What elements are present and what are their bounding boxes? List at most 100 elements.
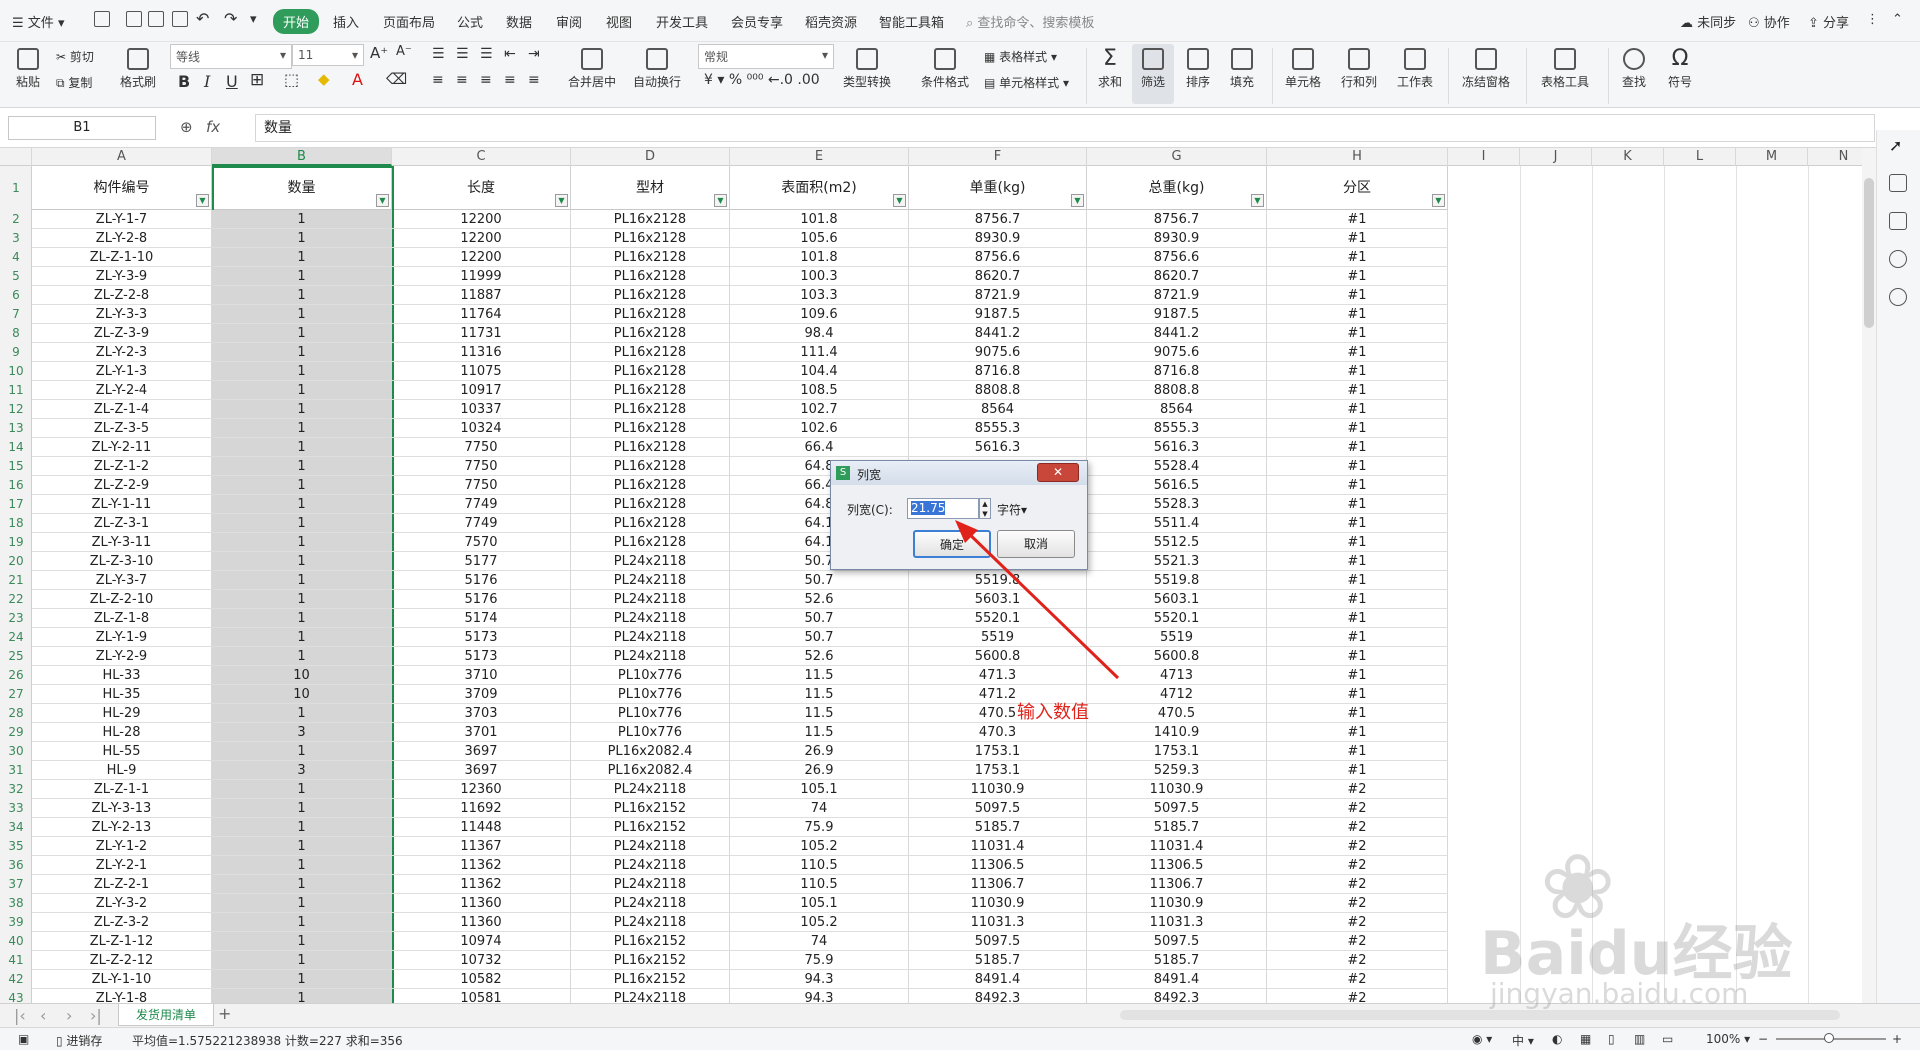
- table-cell[interactable]: 1: [212, 837, 392, 856]
- symbol-button[interactable]: Ω 符号: [1660, 48, 1700, 90]
- table-cell[interactable]: 11448: [392, 818, 571, 837]
- table-cell[interactable]: 5185.7: [1087, 951, 1267, 970]
- tab-review[interactable]: 审阅: [556, 12, 582, 31]
- row-number[interactable]: 34: [0, 818, 32, 837]
- row-col-button[interactable]: 行和列: [1336, 48, 1382, 90]
- table-cell[interactable]: 9187.5: [1087, 305, 1267, 324]
- table-cell[interactable]: ZL-Z-1-4: [32, 400, 212, 419]
- table-cell[interactable]: 1: [212, 894, 392, 913]
- file-menu[interactable]: ☰ 文件 ▾: [12, 12, 64, 31]
- table-cell[interactable]: #2: [1267, 799, 1448, 818]
- table-cell[interactable]: 471.3: [909, 666, 1087, 685]
- freeze-panes-button[interactable]: 冻结窗格: [1456, 48, 1516, 90]
- table-cell[interactable]: 3703: [392, 704, 571, 723]
- table-cell[interactable]: 74: [730, 799, 909, 818]
- table-cell[interactable]: 11031.3: [1087, 913, 1267, 932]
- font-grow-icon[interactable]: A⁺: [370, 44, 388, 62]
- table-cell[interactable]: 8620.7: [1087, 267, 1267, 286]
- table-cell[interactable]: ZL-Y-3-3: [32, 305, 212, 324]
- filter-dropdown-icon[interactable]: ▼: [1432, 194, 1445, 207]
- table-cell[interactable]: 5097.5: [1087, 799, 1267, 818]
- row-number[interactable]: 11: [0, 381, 32, 400]
- ok-button[interactable]: 确定: [913, 530, 991, 558]
- table-cell[interactable]: #2: [1267, 818, 1448, 837]
- toggle-icon[interactable]: ◐: [1552, 1032, 1562, 1046]
- table-cell[interactable]: ZL-Z-2-8: [32, 286, 212, 305]
- tab-docer[interactable]: 稻壳资源: [805, 12, 857, 31]
- worksheet-button[interactable]: 工作表: [1392, 48, 1438, 90]
- table-cell[interactable]: 8555.3: [1087, 419, 1267, 438]
- table-cell[interactable]: #1: [1267, 761, 1448, 780]
- table-cell[interactable]: 1410.9: [1087, 723, 1267, 742]
- column-header-d[interactable]: D: [571, 148, 730, 166]
- table-cell[interactable]: HL-28: [32, 723, 212, 742]
- table-cell[interactable]: 1: [212, 628, 392, 647]
- row-number[interactable]: 40: [0, 932, 32, 951]
- table-cell[interactable]: PL16x2128: [571, 381, 730, 400]
- header-cell[interactable]: 分区 ▼: [1267, 166, 1448, 210]
- table-cell[interactable]: 1: [212, 400, 392, 419]
- table-cell[interactable]: ZL-Z-3-1: [32, 514, 212, 533]
- table-cell[interactable]: 11306.5: [1087, 856, 1267, 875]
- table-cell[interactable]: 1: [212, 210, 392, 229]
- add-sheet-icon[interactable]: +: [218, 1004, 231, 1023]
- table-cell[interactable]: 94.3: [730, 970, 909, 989]
- table-cell[interactable]: ZL-Z-3-2: [32, 913, 212, 932]
- table-cell[interactable]: 7749: [392, 495, 571, 514]
- row-number[interactable]: 33: [0, 799, 32, 818]
- table-cell[interactable]: 1: [212, 286, 392, 305]
- table-cell[interactable]: PL24x2118: [571, 989, 730, 1003]
- font-size-select[interactable]: 11 ▾: [292, 44, 364, 66]
- table-cell[interactable]: 10917: [392, 381, 571, 400]
- table-cell[interactable]: 5185.7: [909, 951, 1087, 970]
- table-cell[interactable]: 5185.7: [909, 818, 1087, 837]
- table-cell[interactable]: 5616.5: [1087, 476, 1267, 495]
- table-cell[interactable]: PL16x2128: [571, 476, 730, 495]
- table-cell[interactable]: #1: [1267, 514, 1448, 533]
- command-search[interactable]: ⌕ 查找命令、搜索模板: [966, 12, 1094, 31]
- table-cell[interactable]: 8716.8: [1087, 362, 1267, 381]
- table-cell[interactable]: 9187.5: [909, 305, 1087, 324]
- table-cell[interactable]: PL16x2128: [571, 286, 730, 305]
- table-cell[interactable]: 75.9: [730, 951, 909, 970]
- table-cell[interactable]: 10: [212, 685, 392, 704]
- table-cell[interactable]: 5616.3: [1087, 438, 1267, 457]
- table-cell[interactable]: ZL-Y-3-7: [32, 571, 212, 590]
- cell-button[interactable]: 单元格: [1280, 48, 1326, 90]
- table-cell[interactable]: #1: [1267, 685, 1448, 704]
- table-cell[interactable]: 9075.6: [1087, 343, 1267, 362]
- pointer-icon[interactable]: ➚: [1889, 136, 1907, 155]
- table-cell[interactable]: 4712: [1087, 685, 1267, 704]
- more-icon[interactable]: ⋮: [1866, 12, 1879, 27]
- next-sheet-icon[interactable]: ›: [66, 1006, 72, 1025]
- table-cell[interactable]: ZL-Y-1-11: [32, 495, 212, 514]
- table-cell[interactable]: HL-33: [32, 666, 212, 685]
- name-box[interactable]: B1: [8, 116, 156, 140]
- table-cell[interactable]: 8716.8: [909, 362, 1087, 381]
- align-bottom-icon[interactable]: ☰: [480, 46, 493, 62]
- table-cell[interactable]: 11.5: [730, 666, 909, 685]
- table-cell[interactable]: 11306.7: [909, 875, 1087, 894]
- table-cell[interactable]: 11.5: [730, 704, 909, 723]
- font-shrink-icon[interactable]: A⁻: [396, 44, 412, 59]
- table-cell[interactable]: ZL-Y-1-10: [32, 970, 212, 989]
- row-number[interactable]: 38: [0, 894, 32, 913]
- table-cell[interactable]: 1: [212, 875, 392, 894]
- table-cell[interactable]: #2: [1267, 989, 1448, 1003]
- bold-icon[interactable]: B: [178, 72, 190, 91]
- table-cell[interactable]: PL16x2128: [571, 343, 730, 362]
- table-cell[interactable]: PL16x2128: [571, 514, 730, 533]
- table-cell[interactable]: 11075: [392, 362, 571, 381]
- table-cell[interactable]: 11030.9: [1087, 780, 1267, 799]
- table-cell[interactable]: #1: [1267, 210, 1448, 229]
- table-cell[interactable]: ZL-Y-1-8: [32, 989, 212, 1003]
- table-cell[interactable]: ZL-Y-1-9: [32, 628, 212, 647]
- table-cell[interactable]: 101.8: [730, 210, 909, 229]
- align-right-icon[interactable]: ≡: [480, 72, 492, 88]
- table-style-button[interactable]: ▦ 表格样式 ▾: [984, 48, 1057, 65]
- filter-dropdown-icon[interactable]: ▼: [196, 194, 209, 207]
- collapse-ribbon-icon[interactable]: ⌃: [1892, 12, 1903, 27]
- table-cell[interactable]: PL16x2128: [571, 229, 730, 248]
- table-cell[interactable]: 11316: [392, 343, 571, 362]
- number-format-select[interactable]: 常规 ▾: [698, 44, 834, 69]
